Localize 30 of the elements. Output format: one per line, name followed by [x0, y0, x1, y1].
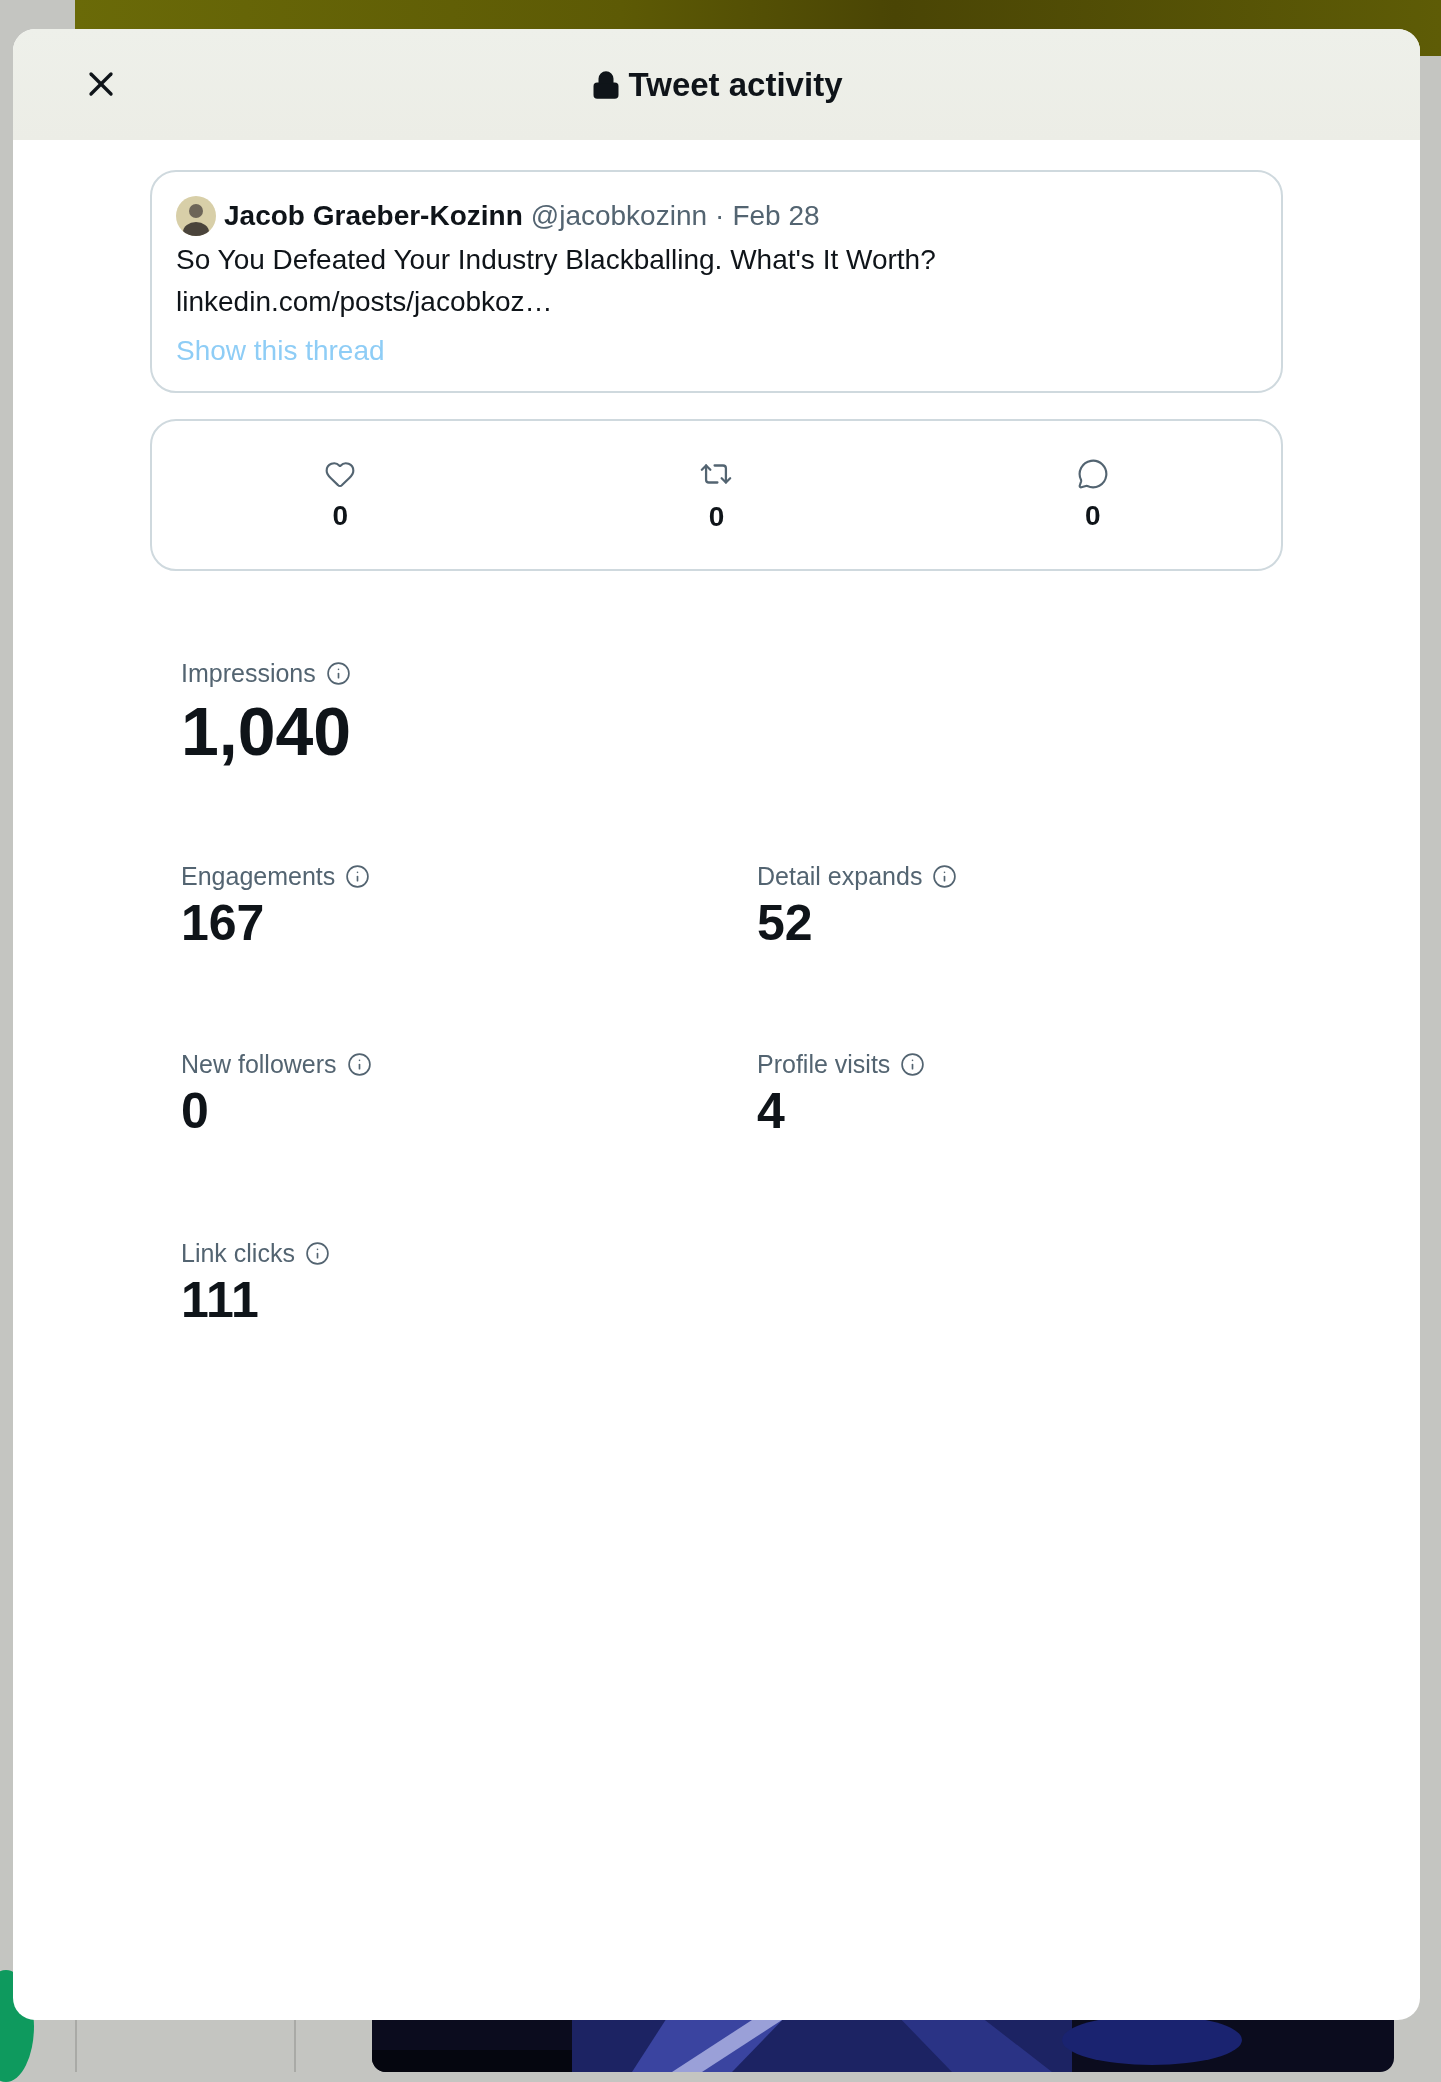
- tweet-date: Feb 28: [732, 200, 820, 232]
- speech-bubble-icon: [1076, 457, 1109, 490]
- metric-label: Profile visits: [757, 1050, 891, 1080]
- metric-value: 0: [181, 1083, 210, 1141]
- engagement-count: 0: [708, 500, 725, 533]
- metric-label: New followers: [181, 1050, 337, 1080]
- metric-label: Impressions: [181, 658, 316, 688]
- info-icon[interactable]: [345, 863, 371, 889]
- metric-value: 4: [757, 1083, 786, 1141]
- info-icon[interactable]: [304, 1240, 330, 1266]
- info-icon[interactable]: [325, 660, 351, 686]
- metric-value: 111: [181, 1271, 260, 1330]
- metric-label: Engagements: [181, 861, 336, 891]
- metric-value: 1,040: [181, 691, 353, 770]
- metric-value: 52: [757, 894, 814, 953]
- engagement-count: 0: [332, 499, 348, 532]
- metric-label: Detail expands: [757, 861, 923, 891]
- avatar: [176, 196, 216, 236]
- info-icon[interactable]: [346, 1052, 372, 1078]
- author-handle: @jacobkozinn: [530, 200, 708, 232]
- engagement-count: 0: [1085, 499, 1101, 532]
- separator-dot: ·: [715, 200, 725, 232]
- dialog-title: Tweet activity: [628, 65, 843, 104]
- show-thread-link[interactable]: Show this thread: [176, 334, 385, 367]
- info-icon[interactable]: [932, 863, 958, 889]
- info-icon[interactable]: [900, 1052, 926, 1078]
- tweet-text: So You Defeated Your Industry Blackballing. What's It Worth?: [176, 243, 937, 277]
- author-name: Jacob Graeber-Kozinn: [224, 200, 523, 232]
- metric-label: Link clicks: [181, 1238, 295, 1268]
- metric-value: 167: [181, 894, 266, 953]
